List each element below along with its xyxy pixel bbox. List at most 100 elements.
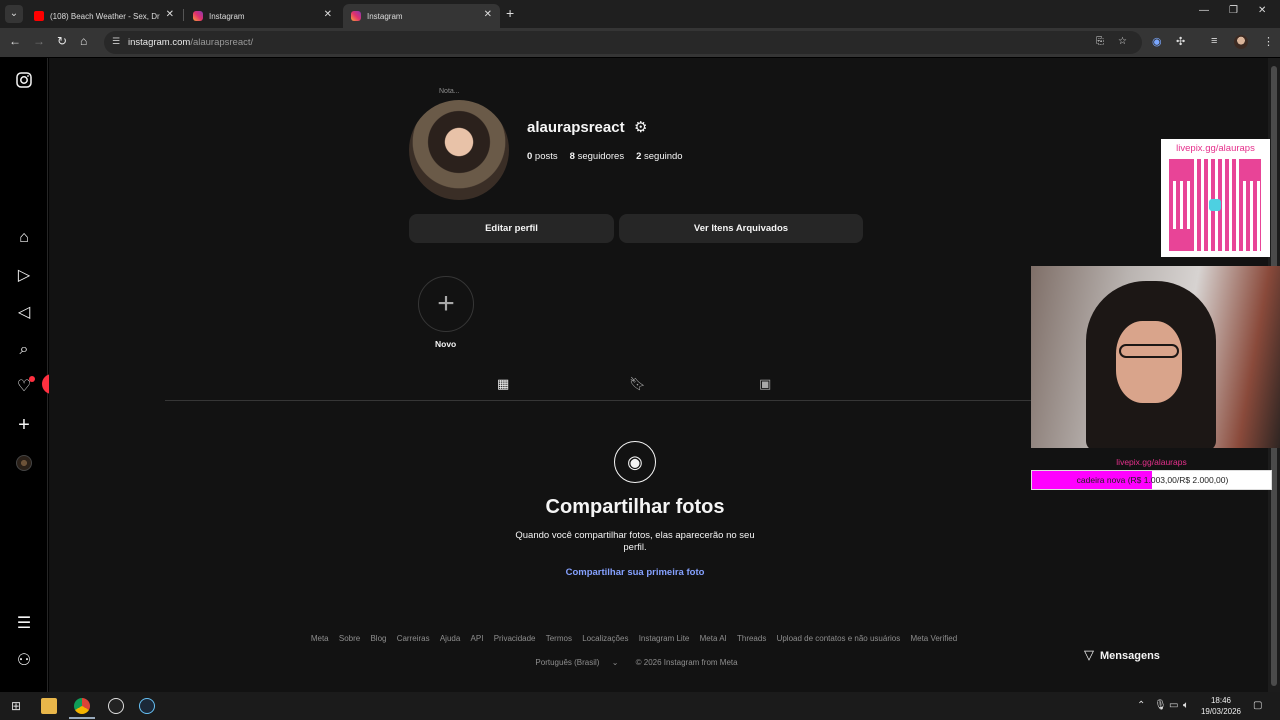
- network-icon[interactable]: ▭: [1169, 700, 1178, 711]
- footer-link[interactable]: Meta AI: [700, 634, 727, 643]
- tab-instagram-active[interactable]: Instagram ✕: [343, 4, 500, 28]
- posts-label: posts: [532, 151, 558, 162]
- profile-avatar[interactable]: [409, 100, 509, 200]
- tab-title: Instagram: [209, 11, 245, 21]
- donation-goal-text: cadeira nova (R$ 1.003,00/R$ 2.000,00): [1076, 475, 1229, 485]
- webcam-glasses: [1119, 344, 1179, 358]
- footer-link[interactable]: Privacidade: [494, 634, 536, 643]
- footer-link[interactable]: Meta: [311, 634, 329, 643]
- tab-title: Instagram: [367, 11, 403, 21]
- settings-gear-icon[interactable]: ⚙: [634, 118, 647, 136]
- tab-separator: [183, 9, 184, 21]
- steam-icon[interactable]: [139, 698, 155, 714]
- file-explorer-icon[interactable]: [41, 698, 57, 714]
- forward-icon[interactable]: →: [33, 34, 45, 48]
- footer-link[interactable]: Upload de contatos e não usuários: [777, 634, 901, 643]
- copyright: © 2026 Instagram from Meta: [635, 658, 738, 667]
- qr-link-text: livepix.gg/alauraps: [1176, 143, 1255, 154]
- tabs-divider: [165, 400, 1080, 401]
- webcam-overlay: [1031, 266, 1280, 448]
- tagged-tab-icon[interactable]: ▣: [759, 376, 771, 392]
- tab-youtube[interactable]: (108) Beach Weather - Sex, Drugs ✕: [26, 4, 182, 28]
- followers-stat[interactable]: 8 seguidores: [570, 151, 624, 162]
- profile-avatar-icon[interactable]: [16, 455, 32, 471]
- browser-menu-icon[interactable]: ⋮: [1263, 35, 1274, 48]
- url-text: instagram.com/alaurapsreact/: [128, 37, 253, 48]
- address-bar[interactable]: ☰ instagram.com/alaurapsreact/ ⎘ ☆: [104, 31, 1142, 54]
- instagram-icon: [193, 11, 203, 21]
- footer-link[interactable]: Blog: [370, 634, 386, 643]
- close-icon[interactable]: ✕: [324, 9, 332, 20]
- taskbar-clock[interactable]: 18:46 19/03/2026: [1196, 695, 1246, 717]
- footer-link[interactable]: Localizações: [582, 634, 628, 643]
- windows-start-icon[interactable]: ⊞: [8, 698, 24, 714]
- more-menu-icon[interactable]: ☰: [14, 614, 34, 634]
- instagram-logo-icon[interactable]: [14, 72, 34, 92]
- footer-link[interactable]: Sobre: [339, 634, 360, 643]
- messages-icon: ▽: [1084, 647, 1094, 662]
- chevron-down-icon: ⌄: [611, 658, 619, 667]
- tab-instagram[interactable]: Instagram ✕: [185, 4, 340, 28]
- home-icon[interactable]: ⌂: [14, 228, 34, 248]
- meta-apps-icon[interactable]: ⚇: [14, 651, 34, 671]
- camera-icon: ◉: [614, 441, 656, 483]
- tab-title: (108) Beach Weather - Sex, Drugs: [50, 11, 160, 21]
- followers-label: seguidores: [574, 151, 625, 162]
- language-select[interactable]: Português (Brasil) ⌄: [530, 658, 623, 667]
- footer-link[interactable]: Termos: [546, 634, 572, 643]
- restore-icon[interactable]: ❐: [1229, 5, 1238, 16]
- messages-label: Mensagens: [1100, 650, 1160, 662]
- footer-link[interactable]: Meta Verified: [910, 634, 957, 643]
- chrome-icon[interactable]: [74, 698, 90, 714]
- reels-icon[interactable]: ▷: [14, 266, 34, 286]
- archive-button[interactable]: Ver Itens Arquivados: [619, 214, 863, 243]
- footer-link[interactable]: API: [471, 634, 484, 643]
- microphone-icon[interactable]: 🎙︎: [1154, 700, 1167, 711]
- tray-chevron-icon[interactable]: ⌃: [1137, 700, 1145, 711]
- posts-stat: 0 posts: [527, 151, 558, 162]
- share-first-photo-link[interactable]: Compartilhar sua primeira foto: [535, 567, 735, 578]
- new-tab-button[interactable]: +: [506, 5, 514, 21]
- messages-button[interactable]: ▽ Mensagens: [1084, 641, 1179, 669]
- profile-username: alaurapsreact: [527, 119, 625, 136]
- notification-center-icon[interactable]: ▢: [1253, 700, 1262, 711]
- url-host: instagram.com: [128, 37, 191, 48]
- footer-link[interactable]: Ajuda: [440, 634, 460, 643]
- search-icon[interactable]: ⌕: [14, 340, 34, 360]
- saved-tab-icon[interactable]: 🔖︎: [629, 376, 646, 392]
- reload-icon[interactable]: ↻: [57, 34, 67, 48]
- note-label[interactable]: Nota...: [439, 88, 460, 95]
- instagram-sidebar: ⌂ ▷ ◁ ⌕ ♡ 👤 1 + ☰ ⚇: [0, 58, 76, 692]
- close-icon[interactable]: ✕: [166, 9, 174, 20]
- following-label: seguindo: [641, 151, 683, 162]
- new-highlight-button[interactable]: +: [418, 276, 474, 332]
- browser-tab-strip: ⌄ (108) Beach Weather - Sex, Drugs ✕ Ins…: [0, 0, 1280, 28]
- footer-link[interactable]: Instagram Lite: [639, 634, 690, 643]
- obs-icon[interactable]: [108, 698, 124, 714]
- window-close-icon[interactable]: ✕: [1258, 5, 1266, 16]
- posts-grid-tab-icon[interactable]: ▦: [497, 376, 509, 392]
- minimize-icon[interactable]: —: [1199, 5, 1209, 16]
- footer-link[interactable]: Threads: [737, 634, 766, 643]
- home-icon[interactable]: ⌂: [80, 34, 87, 48]
- webcam-face: [1116, 321, 1182, 403]
- edit-profile-button[interactable]: Editar perfil: [409, 214, 614, 243]
- volume-icon[interactable]: 🔈︎: [1183, 700, 1189, 711]
- direct-send-icon[interactable]: ◁: [14, 303, 34, 323]
- donation-goal-bar: cadeira nova (R$ 1.003,00/R$ 2.000,00): [1031, 470, 1272, 490]
- following-stat[interactable]: 2 seguindo: [636, 151, 683, 162]
- profile-avatar-icon[interactable]: [1234, 35, 1248, 49]
- extension-icon[interactable]: ◉: [1152, 35, 1162, 48]
- extensions-puzzle-icon[interactable]: ✣: [1176, 35, 1185, 48]
- install-app-icon[interactable]: ⎘: [1096, 36, 1104, 47]
- tab-search-button[interactable]: ⌄: [5, 5, 23, 23]
- active-app-indicator: [69, 717, 95, 719]
- bookmark-star-icon[interactable]: ☆: [1118, 36, 1127, 47]
- site-info-icon[interactable]: ☰: [112, 36, 120, 47]
- create-plus-icon[interactable]: +: [14, 415, 34, 435]
- pix-link-text: livepix.gg/alauraps: [1116, 457, 1187, 467]
- footer-link[interactable]: Carreiras: [397, 634, 430, 643]
- reading-list-icon[interactable]: ≡: [1211, 35, 1217, 47]
- back-icon[interactable]: ←: [9, 34, 21, 48]
- close-icon[interactable]: ✕: [484, 9, 492, 20]
